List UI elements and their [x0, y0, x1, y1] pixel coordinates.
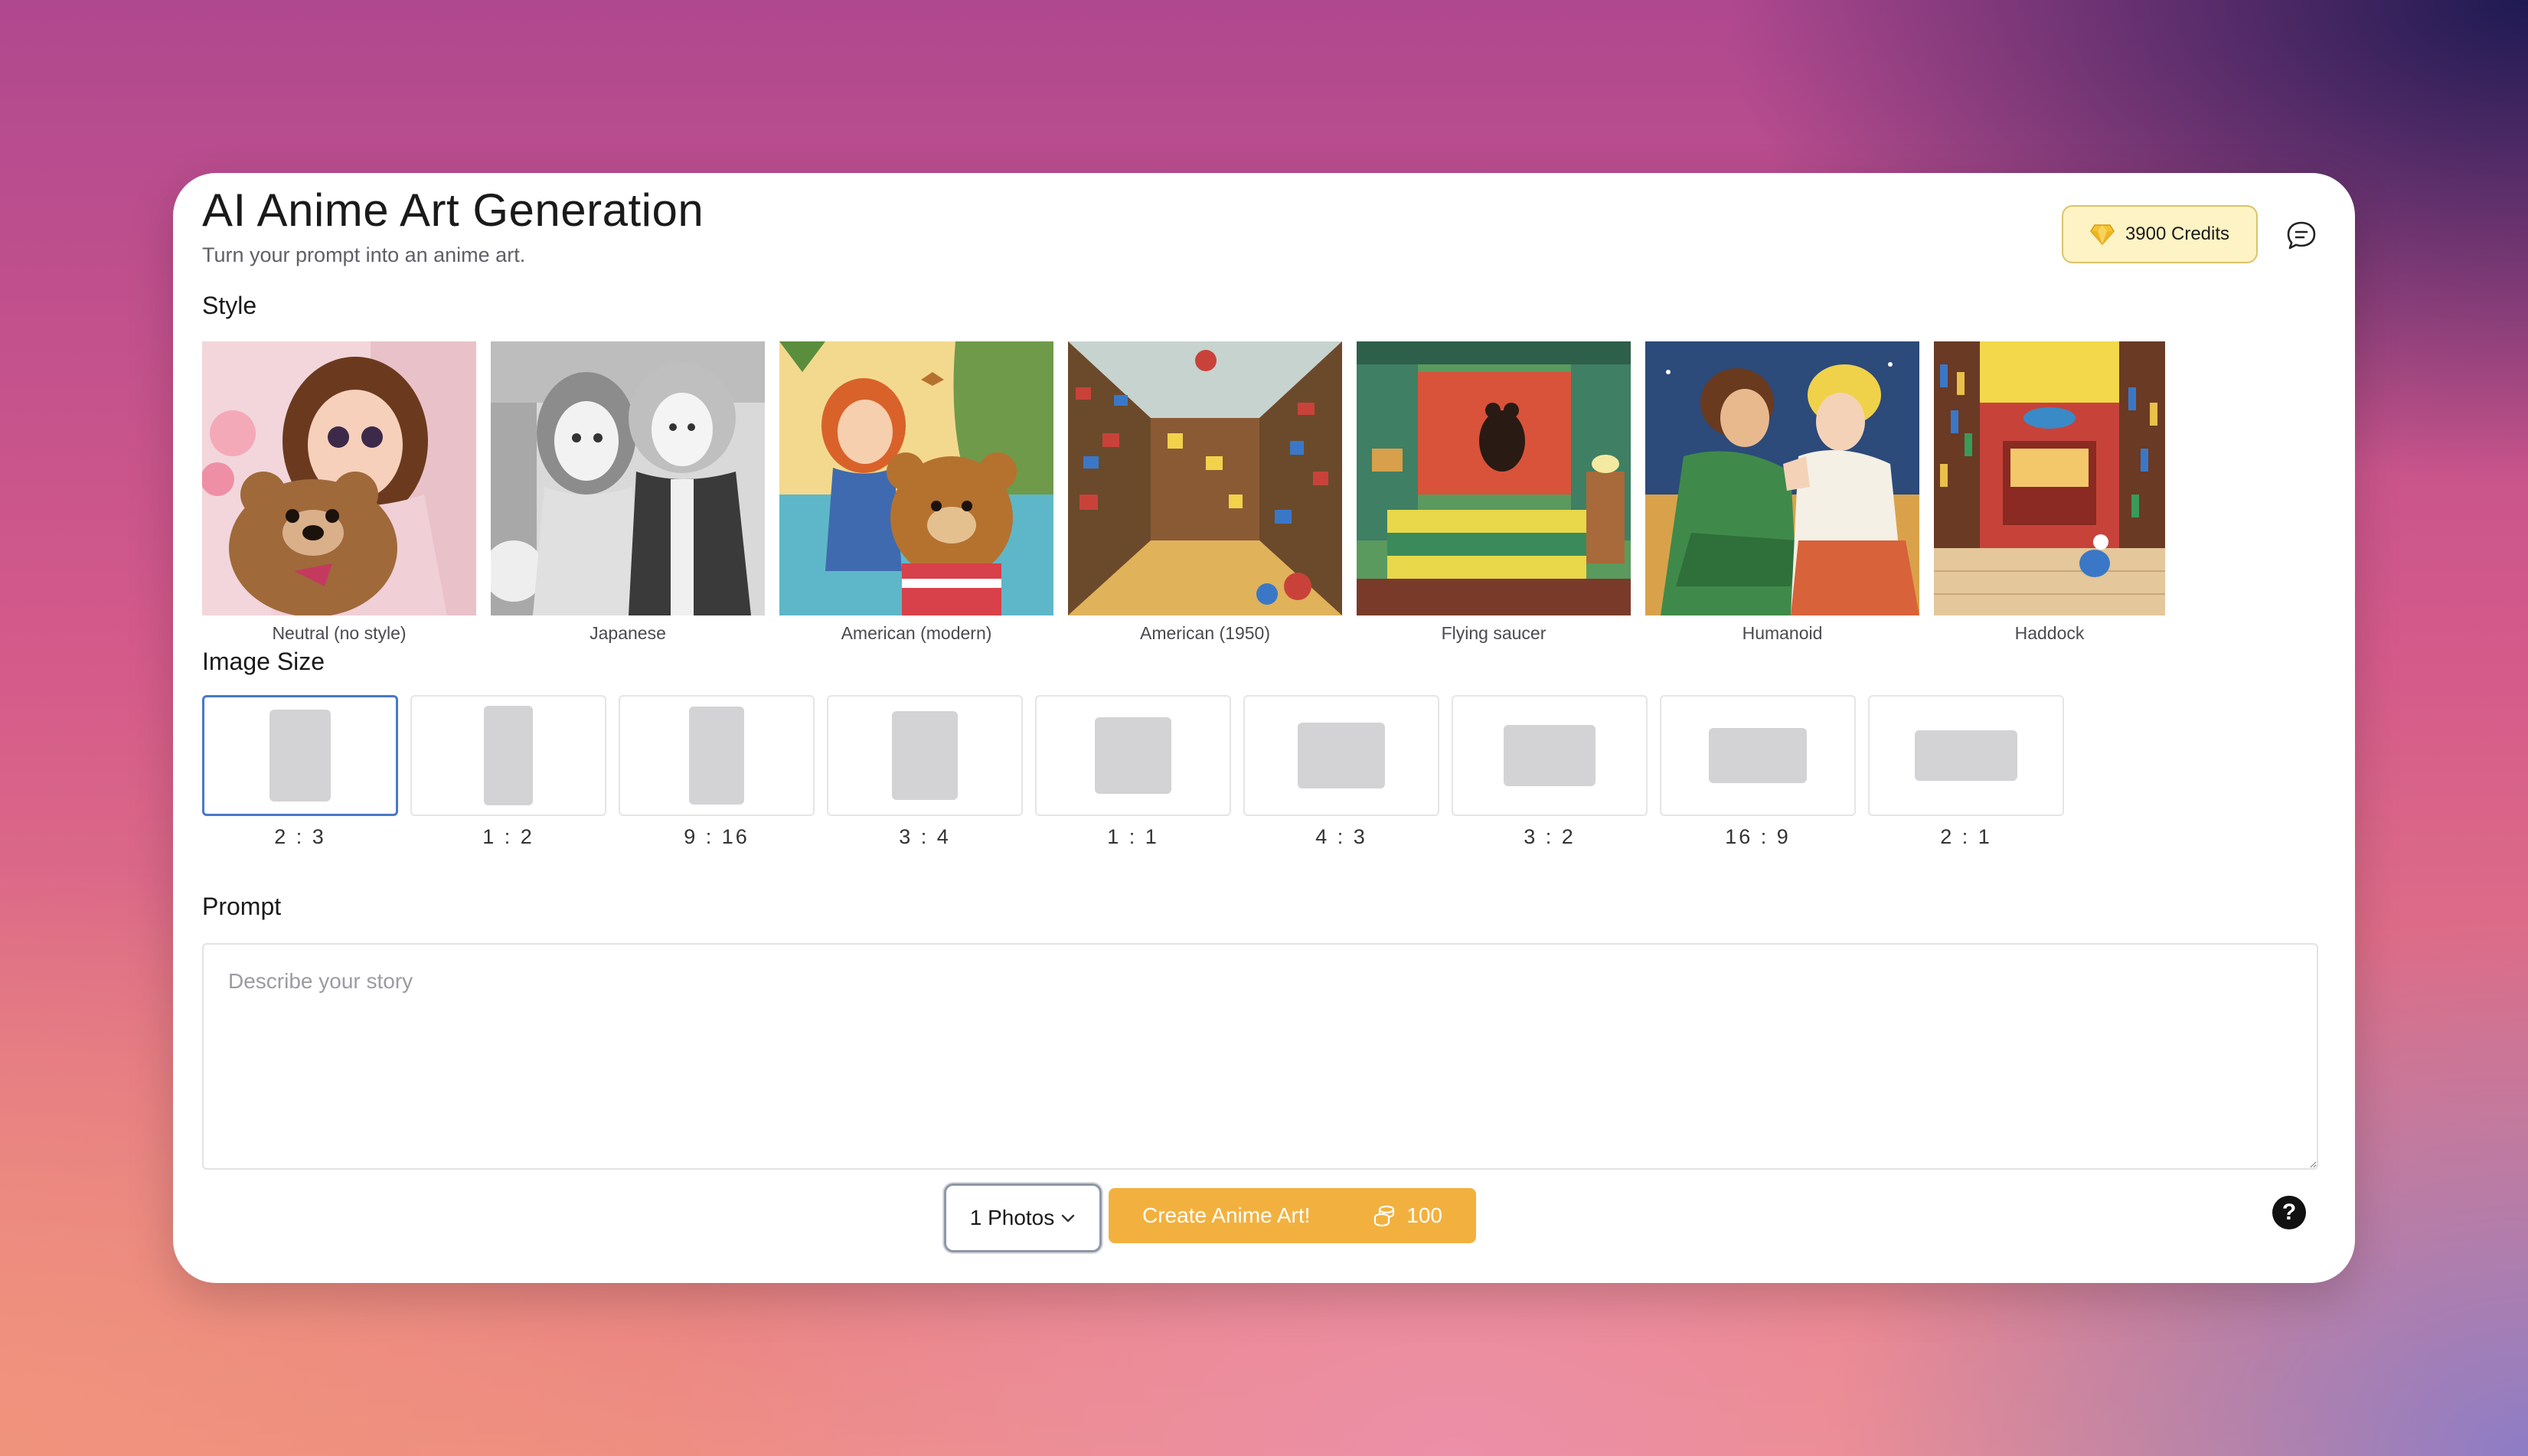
generator-card: AI Anime Art Generation Turn your prompt… [173, 173, 2355, 1283]
size-option-box [619, 695, 815, 816]
style-option-label: Humanoid [1742, 623, 1823, 643]
prompt-section-label: Prompt [202, 893, 282, 920]
size-option-label: 1 : 2 [482, 825, 534, 848]
style-thumbnail [779, 341, 1053, 615]
style-thumbnail [491, 341, 765, 615]
create-button-label: Create Anime Art! [1142, 1203, 1311, 1227]
size-option-box [1243, 695, 1439, 816]
photos-count-value: 1 Photos [969, 1206, 1055, 1229]
size-option-1-2[interactable]: 1 : 2 [410, 695, 606, 849]
prompt-input[interactable] [202, 943, 2318, 1170]
size-option-16-9[interactable]: 16 : 9 [1660, 695, 1856, 849]
style-option-flying-saucer[interactable]: Flying saucer [1357, 341, 1631, 644]
page-title: AI Anime Art Generation [202, 184, 704, 236]
aspect-preview [1095, 717, 1171, 794]
style-option-label: Neutral (no style) [272, 623, 407, 643]
image-size-section-label: Image Size [202, 648, 325, 675]
style-option-label: Flying saucer [1441, 623, 1547, 643]
aspect-preview [892, 711, 958, 800]
size-option-label: 4 : 3 [1315, 825, 1367, 848]
help-icon: ? [2281, 1200, 2297, 1225]
chat-bubble-icon [2287, 221, 2316, 250]
chevron-down-icon [1062, 1214, 1075, 1223]
aspect-preview [689, 707, 744, 805]
size-option-9-16[interactable]: 9 : 16 [619, 695, 815, 849]
style-thumbnail [202, 341, 476, 615]
style-section-label: Style [202, 292, 257, 319]
style-option-american-modern[interactable]: American (modern) [779, 341, 1053, 644]
size-option-box [1660, 695, 1856, 816]
style-option-label: Haddock [2014, 623, 2085, 643]
aspect-preview [484, 706, 533, 805]
coins-icon [1374, 1205, 1395, 1227]
size-option-label: 3 : 4 [899, 825, 951, 848]
style-option-american-1950[interactable]: American (1950) [1068, 341, 1342, 644]
style-option-label: American (1950) [1139, 623, 1271, 643]
create-anime-art-button[interactable]: Create Anime Art! 100 [1109, 1188, 1476, 1243]
photos-count-select[interactable]: 1 Photos [944, 1183, 1102, 1252]
size-option-3-2[interactable]: 3 : 2 [1452, 695, 1648, 849]
size-option-label: 3 : 2 [1524, 825, 1576, 848]
credits-label: 3900 Credits [2125, 224, 2230, 244]
style-thumbnail [1934, 341, 2165, 615]
create-cost: 100 [1373, 1203, 1442, 1228]
style-option-humanoid[interactable]: Humanoid [1645, 341, 1919, 644]
size-option-2-3[interactable]: 2 : 3 [202, 695, 398, 849]
size-option-box [1868, 695, 2064, 816]
size-option-1-1[interactable]: 1 : 1 [1035, 695, 1231, 849]
credits-button[interactable]: 3900 Credits [2062, 205, 2258, 263]
style-thumbnail [1357, 341, 1631, 615]
page-subtitle: Turn your prompt into an anime art. [202, 243, 526, 266]
size-option-box [827, 695, 1023, 816]
style-option-haddock[interactable]: Haddock [1934, 341, 2165, 644]
size-option-label: 1 : 1 [1107, 825, 1159, 848]
create-cost-value: 100 [1406, 1203, 1442, 1227]
size-option-label: 9 : 16 [684, 825, 750, 848]
size-option-label: 2 : 1 [1940, 825, 1992, 848]
style-option-label: American (modern) [841, 623, 992, 643]
size-option-box [410, 695, 606, 816]
aspect-preview [1298, 723, 1385, 788]
size-option-box [1035, 695, 1231, 816]
style-thumbnail [1068, 341, 1342, 615]
size-option-box [1452, 695, 1648, 816]
aspect-preview [1709, 728, 1807, 783]
style-thumbnail [1645, 341, 1919, 615]
style-option-label: Japanese [590, 623, 666, 643]
style-option-neutral[interactable]: Neutral (no style) [202, 341, 476, 644]
aspect-preview [269, 710, 331, 801]
size-option-box [202, 695, 398, 816]
size-option-4-3[interactable]: 4 : 3 [1243, 695, 1439, 849]
size-option-2-1[interactable]: 2 : 1 [1868, 695, 2064, 849]
aspect-preview [1915, 730, 2017, 781]
size-option-label: 2 : 3 [274, 825, 326, 848]
gem-icon [2090, 224, 2115, 245]
aspect-preview [1504, 725, 1596, 786]
size-option-3-4[interactable]: 3 : 4 [827, 695, 1023, 849]
size-option-label: 16 : 9 [1725, 825, 1791, 848]
style-option-japanese[interactable]: Japanese [491, 341, 765, 644]
help-button[interactable]: ? [2272, 1196, 2306, 1229]
feedback-button[interactable] [2285, 219, 2318, 253]
